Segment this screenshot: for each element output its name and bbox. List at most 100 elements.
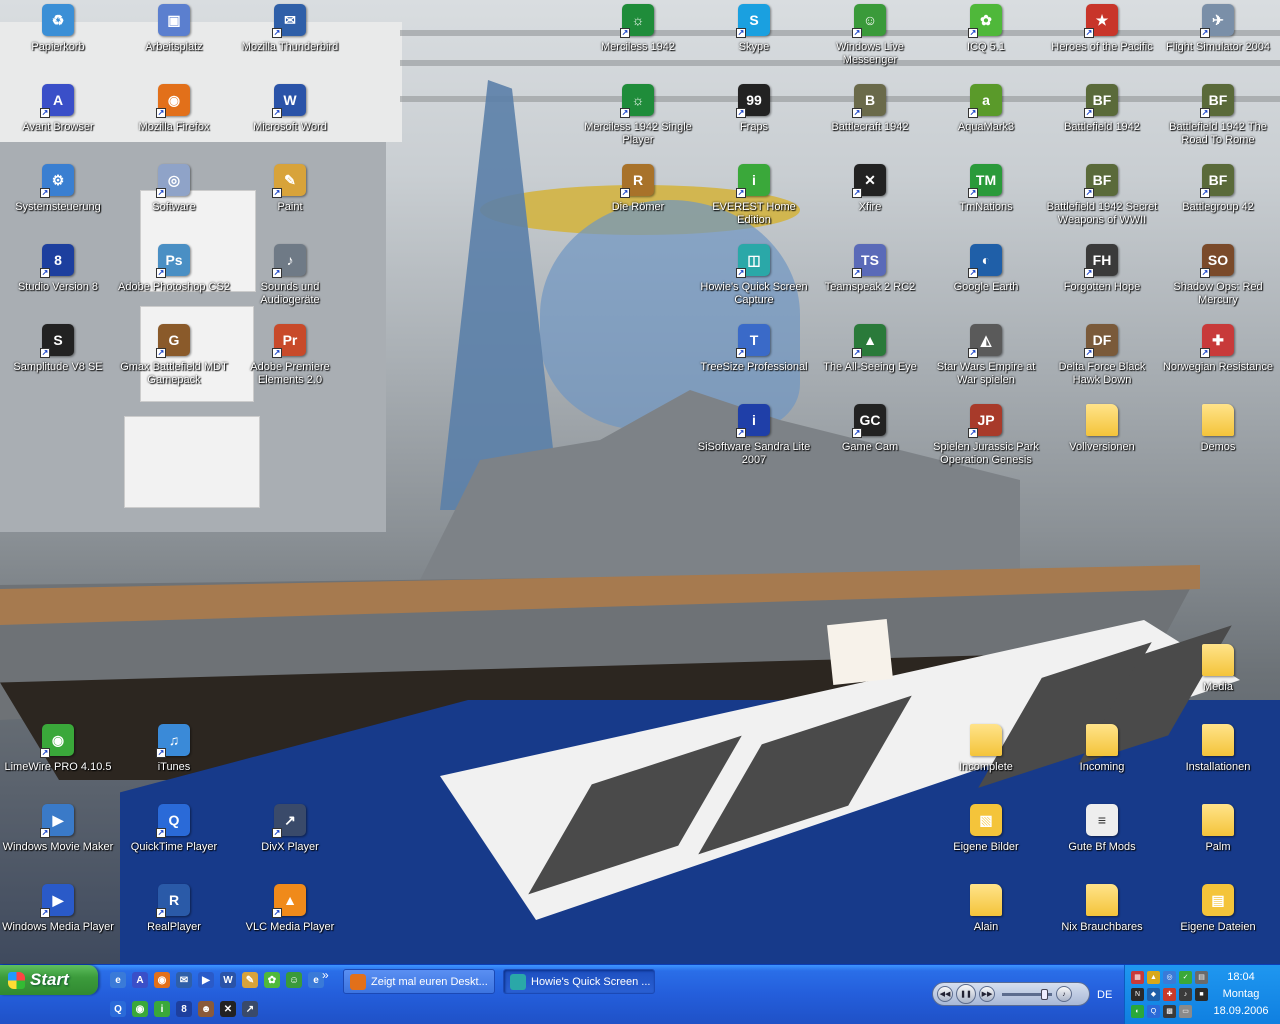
firefox-icon[interactable]: ◉	[154, 972, 170, 988]
quicktime-icon[interactable]: Q	[110, 1001, 126, 1017]
desktop-icon[interactable]: ✚ ↗ Norwegian Resistance	[1160, 322, 1276, 400]
avant-browser-icon[interactable]: A	[132, 972, 148, 988]
desktop-icon[interactable]: Demos	[1160, 402, 1276, 480]
desktop-icon[interactable]: TM ↗ TmNations	[928, 162, 1044, 240]
desktop-icon[interactable]: Nix Brauchbares	[1044, 882, 1160, 960]
desktop-icon[interactable]: ✕ ↗ Xfire	[812, 162, 928, 240]
desktop-icon[interactable]: SO ↗ Shadow Ops: Red Mercury	[1160, 242, 1276, 320]
thunderbird-icon[interactable]: ✉	[176, 972, 192, 988]
desktop-icon[interactable]: 8 ↗ Studio Version 8	[0, 242, 116, 320]
flag-icon[interactable]: ▦	[1131, 971, 1144, 984]
divx-icon[interactable]: ↗	[242, 1001, 258, 1017]
desktop-icon[interactable]: FH ↗ Forgotten Hope	[1044, 242, 1160, 320]
desktop-icon[interactable]: ☺ ↗ Windows Live Messenger	[812, 2, 928, 80]
quicktime-icon[interactable]: Q	[1147, 1005, 1160, 1018]
desktop-icon[interactable]: Incoming	[1044, 722, 1160, 800]
messenger-icon[interactable]: ☺	[286, 972, 302, 988]
desktop-icon[interactable]: i ↗ SiSoftware Sandra Lite 2007	[696, 402, 812, 480]
desktop-icon[interactable]: BF ↗ Battlefield 1942	[1044, 82, 1160, 160]
volume-slider[interactable]	[1002, 988, 1052, 1000]
everest-icon[interactable]: i	[154, 1001, 170, 1017]
desktop-icon[interactable]: Q ↗ QuickTime Player	[116, 802, 232, 880]
desktop-icon[interactable]: i ↗ EVEREST Home Edition	[696, 162, 812, 240]
icq-icon[interactable]: ✿	[264, 972, 280, 988]
desktop-icon[interactable]: Pr ↗ Adobe Premiere Elements 2.0	[232, 322, 348, 400]
desktop-icon[interactable]: A ↗ Avant Browser	[0, 82, 116, 160]
taskbar-window-button[interactable]: Howie's Quick Screen ...	[503, 969, 655, 994]
desktop-icon[interactable]: Incomplete	[928, 722, 1044, 800]
desktop-icon[interactable]: TS ↗ Teamspeak 2 RC2	[812, 242, 928, 320]
desktop-icon[interactable]: Media	[1160, 642, 1276, 720]
language-indicator[interactable]: DE	[1097, 989, 1112, 1001]
studio-icon[interactable]: 8	[176, 1001, 192, 1017]
desktop-icon[interactable]: ◭ ↗ Star Wars Empire at War spielen	[928, 322, 1044, 400]
network-icon[interactable]: ◎	[1163, 971, 1176, 984]
user-icon[interactable]: ☻	[198, 1001, 214, 1017]
desktop-icon[interactable]: G ↗ Gmax Battlefield MDT Gamepack	[116, 322, 232, 400]
desktop-icon[interactable]: ◫ ↗ Howie's Quick Screen Capture	[696, 242, 812, 320]
desktop-icon[interactable]: ★ ↗ Heroes of the Pacific	[1044, 2, 1160, 80]
desktop-icon[interactable]: ≡ Gute Bf Mods	[1044, 802, 1160, 880]
desktop-icon[interactable]: ▶ ↗ Windows Movie Maker	[0, 802, 116, 880]
mute-button[interactable]: ♪	[1056, 986, 1072, 1002]
desktop-icon[interactable]: ✎ ↗ Paint	[232, 162, 348, 240]
desktop-icon[interactable]: T ↗ TreeSize Professional	[696, 322, 812, 400]
desktop-icon[interactable]: ✉ ↗ Mozilla Thunderbird	[232, 2, 348, 80]
desktop-icon[interactable]: ▣ Arbeitsplatz	[116, 2, 232, 80]
desktop-icon[interactable]: ✈ ↗ Flight Simulator 2004	[1160, 2, 1276, 80]
media-player-icon[interactable]: ▶	[198, 972, 214, 988]
desktop-icon[interactable]: ☼ ↗ Merciless 1942 Single Player	[580, 82, 696, 160]
firewall-icon[interactable]: ✚	[1163, 988, 1176, 1001]
cpu-icon[interactable]: ▩	[1163, 1005, 1176, 1018]
desktop-icon[interactable]: ♻ Papierkorb	[0, 2, 116, 80]
desktop-icon[interactable]: Ps ↗ Adobe Photoshop CS2	[116, 242, 232, 320]
desktop-icon[interactable]: Alain	[928, 882, 1044, 960]
desktop-icon[interactable]: Installationen	[1160, 722, 1276, 800]
limewire-icon[interactable]: ◉	[132, 1001, 148, 1017]
shield-icon[interactable]: ◆	[1147, 988, 1160, 1001]
desktop-icon[interactable]: R ↗ RealPlayer	[116, 882, 232, 960]
desktop-icon[interactable]: R ↗ Die Römer	[580, 162, 696, 240]
desktop-icon[interactable]: ▲ ↗ VLC Media Player	[232, 882, 348, 960]
desktop-icon[interactable]: S ↗ Skype	[696, 2, 812, 80]
clock[interactable]: 18:04 Montag 18.09.2006	[1203, 969, 1279, 1020]
desktop-icon[interactable]: ▲ ↗ The All-Seeing Eye	[812, 322, 928, 400]
desktop-icon[interactable]: a ↗ AquaMark3	[928, 82, 1044, 160]
desktop-icon[interactable]: BF ↗ Battlefield 1942 Secret Weapons of WW…	[1044, 162, 1160, 240]
desktop-icon[interactable]: BF ↗ Battlegroup 42	[1160, 162, 1276, 240]
nvidia-icon[interactable]: N	[1131, 988, 1144, 1001]
taskbar-window-button[interactable]: Zeigt mal euren Deskt...	[343, 969, 495, 994]
drive-icon[interactable]: ▭	[1179, 1005, 1192, 1018]
desktop-icon[interactable]: ♫ ↗ iTunes	[116, 722, 232, 800]
volume-slider-knob[interactable]	[1041, 988, 1048, 1000]
desktop-icon[interactable]: ✿ ↗ ICQ 5.1	[928, 2, 1044, 80]
desktop-icon[interactable]: ▶ ↗ Windows Media Player	[0, 882, 116, 960]
desktop-icon[interactable]: ◎ ↗ Software	[116, 162, 232, 240]
desktop-icon[interactable]: ◉ ↗ LimeWire PRO 4.10.5	[0, 722, 116, 800]
desktop-icon[interactable]: W ↗ Microsoft Word	[232, 82, 348, 160]
desktop-icon[interactable]: Vollversionen	[1044, 402, 1160, 480]
desktop-icon[interactable]: 99 ↗ Fraps	[696, 82, 812, 160]
desktop-icon[interactable]: GC ↗ Game Cam	[812, 402, 928, 480]
antivirus-icon[interactable]: ◐	[1131, 1005, 1144, 1018]
desktop-icon[interactable]: ▧ Eigene Bilder	[928, 802, 1044, 880]
quick-launch-chevron-icon[interactable]: »	[322, 968, 329, 982]
desktop-icon[interactable]: B ↗ Battlecraft 1942	[812, 82, 928, 160]
desktop-icon[interactable]: DF ↗ Delta Force Black Hawk Down	[1044, 322, 1160, 400]
desktop-icon[interactable]: JP ↗ Spielen Jurassic Park Operation Genes…	[928, 402, 1044, 480]
desktop-icon[interactable]: BF ↗ Battlefield 1942 The Road To Rome	[1160, 82, 1276, 160]
xfire-icon[interactable]: ✕	[220, 1001, 236, 1017]
desktop-icon[interactable]: ◉ ↗ Mozilla Firefox	[116, 82, 232, 160]
desktop-icon[interactable]: S ↗ Samplitude V8 SE	[0, 322, 116, 400]
volume-icon[interactable]: ♪	[1179, 988, 1192, 1001]
desktop-icon[interactable]: ☼ ↗ Merciless 1942	[580, 2, 696, 80]
warning-icon[interactable]: ▲	[1147, 971, 1160, 984]
pause-button[interactable]: ❚❚	[956, 984, 976, 1004]
desktop-icon[interactable]: ▤ Eigene Dateien	[1160, 882, 1276, 960]
desktop-icon[interactable]: Palm	[1160, 802, 1276, 880]
ie-icon[interactable]: e	[110, 972, 126, 988]
paint-icon[interactable]: ✎	[242, 972, 258, 988]
word-icon[interactable]: W	[220, 972, 236, 988]
next-track-button[interactable]: ▶▶	[979, 986, 995, 1002]
previous-track-button[interactable]: ◀◀	[937, 986, 953, 1002]
